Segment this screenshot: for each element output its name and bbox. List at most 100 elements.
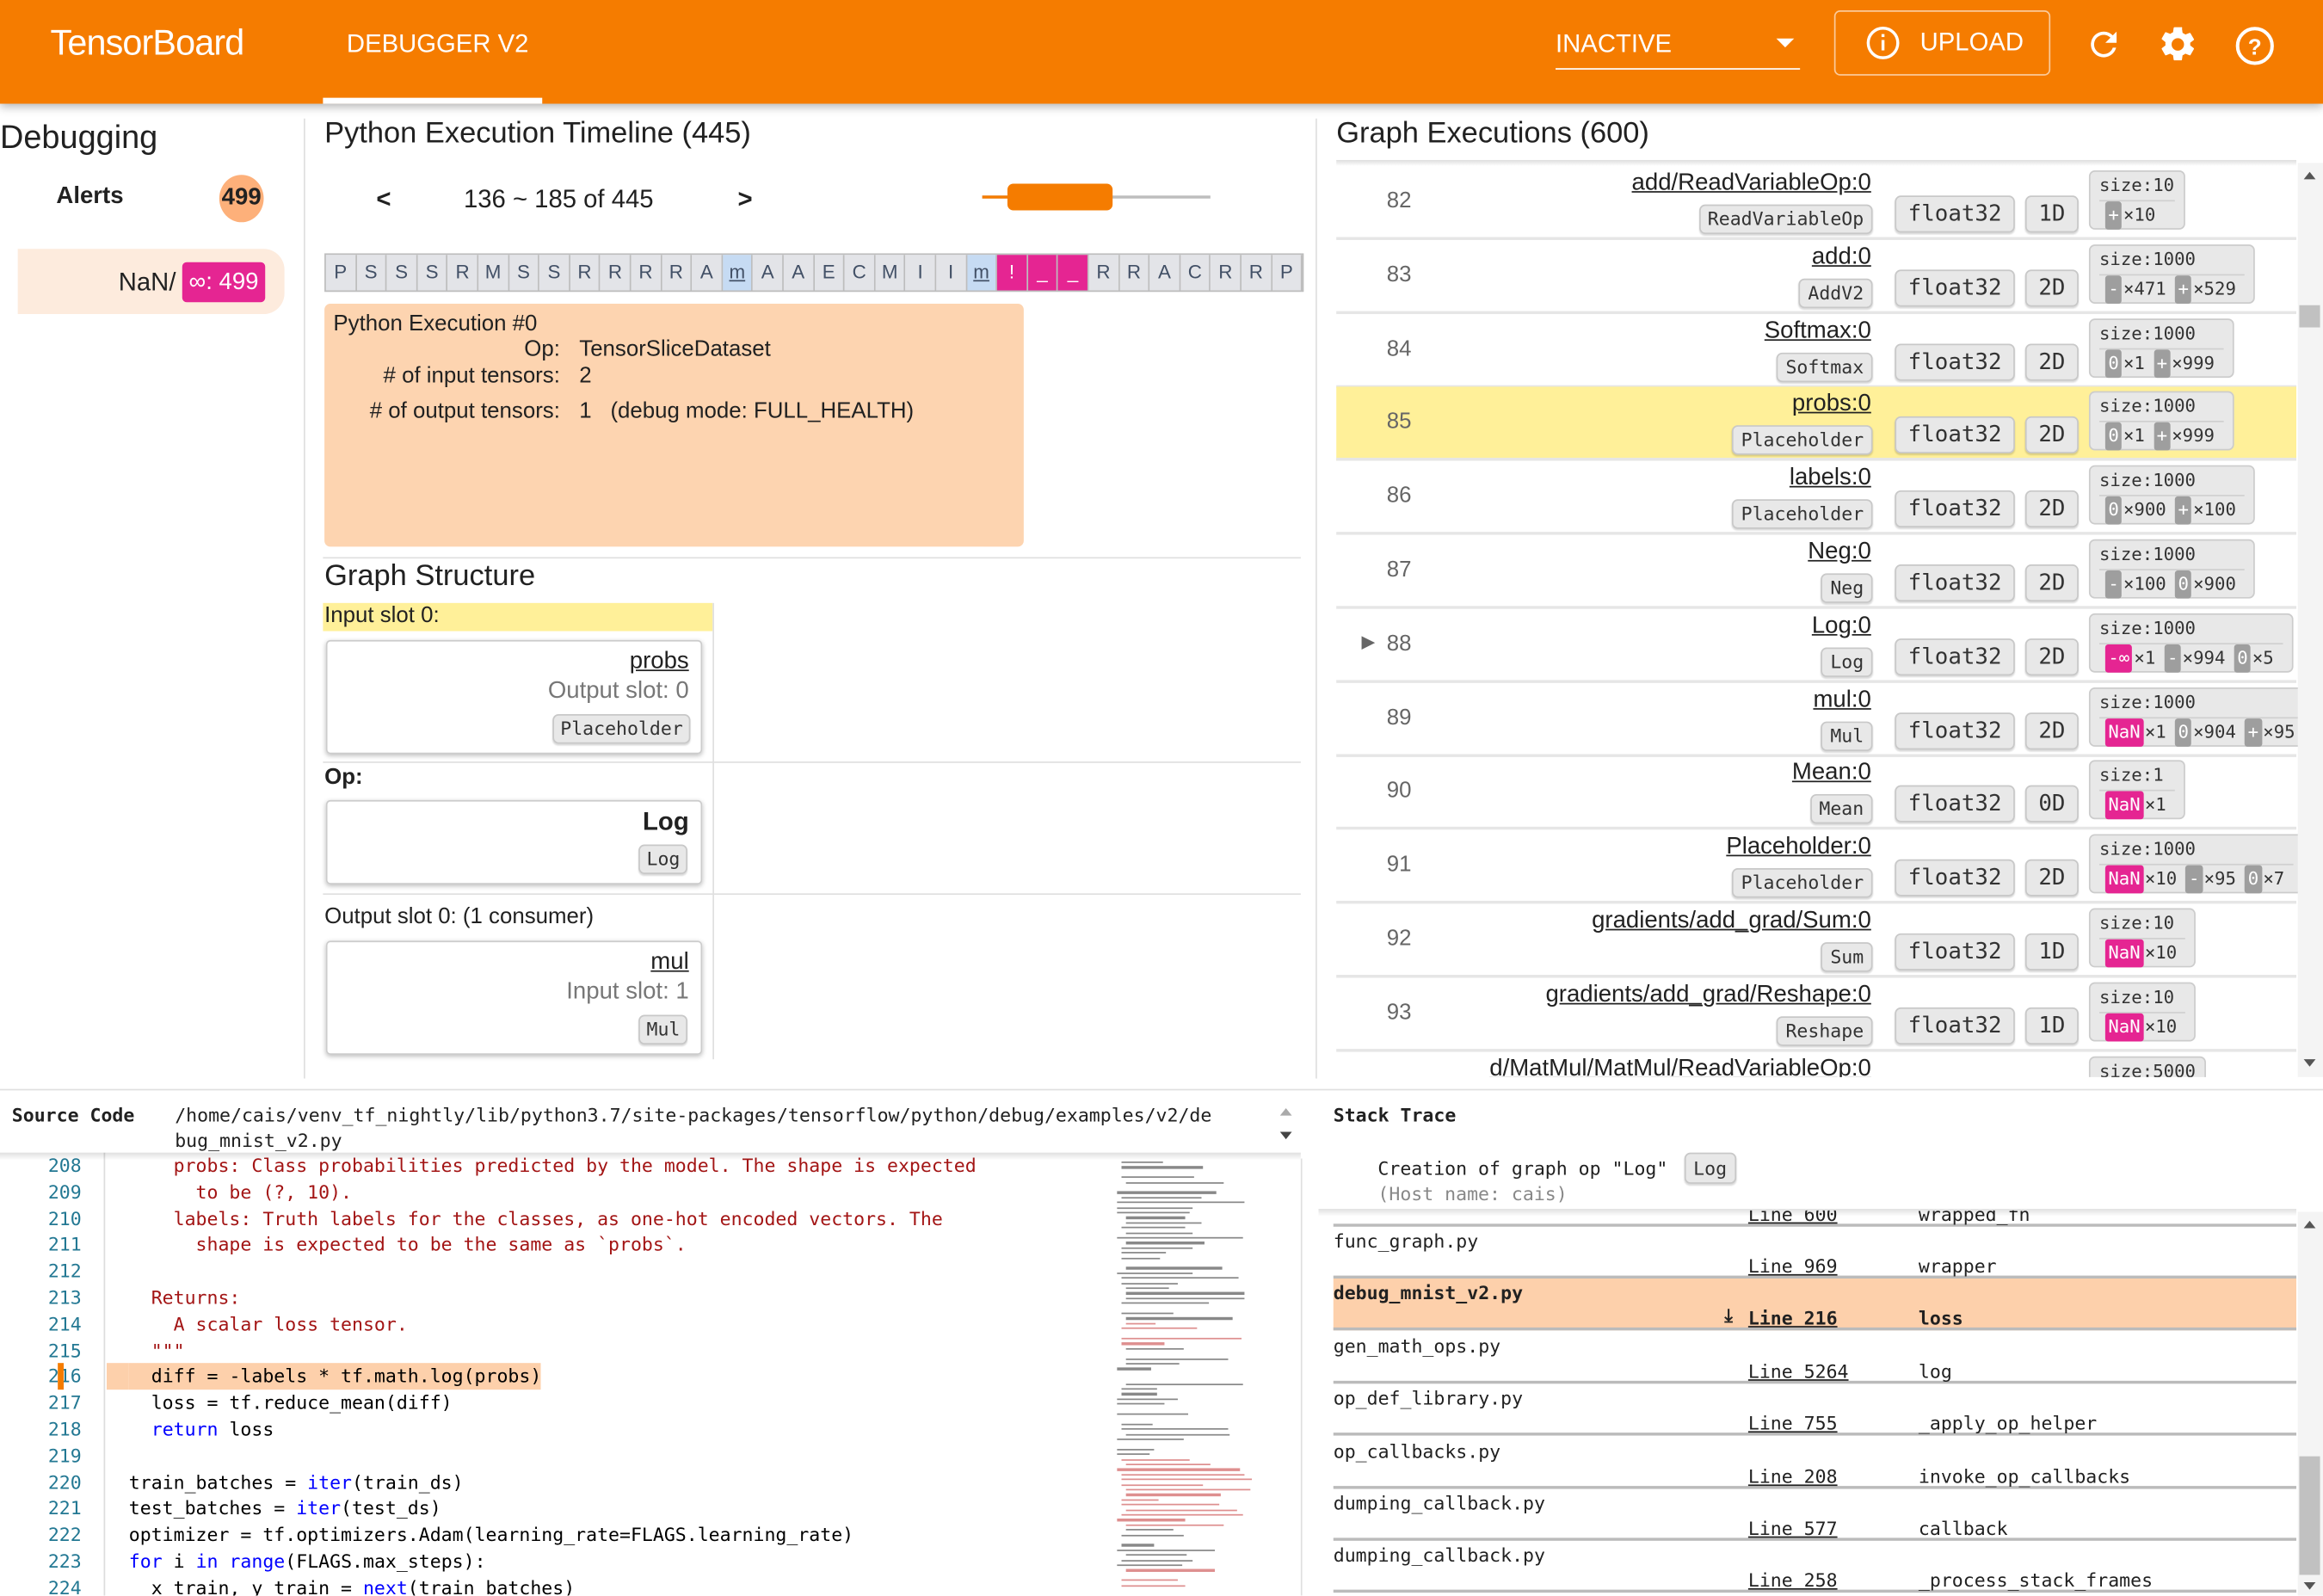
tensor-size: size:1000	[2098, 245, 2246, 275]
stack-frame-function: wrapper	[1918, 1254, 1997, 1278]
tab-debugger-v2[interactable]: DEBUGGER V2	[323, 0, 543, 104]
tensor-health-summary: size:10 NaN ×10	[2088, 982, 2197, 1042]
execution-index: 86	[1386, 483, 1412, 508]
stack-frame-line-link[interactable]: Line 216	[1748, 1307, 1838, 1329]
op-type-chip: Mul	[1821, 720, 1873, 751]
stack-frame-row[interactable]: op_def_library.py Line 755 _apply_op_helpe…	[1333, 1384, 2297, 1436]
stack-frame-row[interactable]: dumping_callback.py Line 577 callback	[1333, 1489, 2297, 1541]
scroll-down-icon[interactable]	[1279, 1131, 1292, 1140]
stack-frame-function: loss	[1918, 1307, 1963, 1330]
minimap-line	[1121, 1166, 1204, 1169]
stack-frame-line-link[interactable]: Line 5264	[1748, 1359, 1849, 1382]
help-icon[interactable]: ?	[2234, 25, 2276, 66]
tensor-name-link[interactable]: d/MatMul/MatMul/ReadVariableOp:0	[1489, 1056, 1871, 1077]
line-number: 209	[47, 1180, 82, 1203]
scroll-down-icon[interactable]	[2303, 1582, 2316, 1590]
scroll-down-icon[interactable]	[2303, 1059, 2316, 1067]
stack-frame-file: op_callbacks.py	[1333, 1439, 1501, 1462]
graph-execution-row[interactable]: 82 add/ReadVariableOp:0 ReadVariableOp floa…	[1336, 166, 2297, 240]
stack-frame-row[interactable]: op_callbacks.py Line 208 invoke_op_callbac…	[1333, 1437, 2297, 1488]
op-type-chip: Sum	[1821, 942, 1873, 972]
graph-execution-row[interactable]: 83 add:0 AddV2 float32 2D size:1000- ×471 + ×529	[1336, 240, 2297, 314]
stack-frame-row[interactable]: dumping_callback.py Line 258 _process_stac…	[1333, 1541, 2297, 1593]
health-category-count: ×1	[2144, 720, 2166, 742]
stack-frame-line-link[interactable]: Line 258	[1748, 1569, 1838, 1592]
tensor-name-link[interactable]: Softmax:0	[1765, 318, 1871, 345]
execution-index: 88	[1386, 631, 1412, 656]
tensor-name-link[interactable]: labels:0	[1790, 465, 1871, 492]
stack-header-shadow	[1318, 1209, 2297, 1217]
health-category-badge: +	[2245, 718, 2262, 747]
health-category-count: ×900	[2123, 499, 2166, 521]
graph-execution-row[interactable]: d/MatMul/MatMul/ReadVariableOp:0 size:500…	[1336, 1051, 2296, 1077]
scrollbar-thumb[interactable]	[2299, 305, 2320, 328]
stack-frame-file: dumping_callback.py	[1333, 1544, 1545, 1567]
graph-executions-scrollbar[interactable]	[2297, 163, 2323, 1077]
source-path-scroll[interactable]	[1274, 1102, 1298, 1147]
health-category-badge: +	[2154, 422, 2171, 452]
graph-executions-title: Graph Executions (600)	[1336, 117, 1649, 150]
health-pills: - ×471 + ×529	[2099, 274, 2245, 304]
health-category-badge: 0	[2175, 718, 2192, 747]
settings-gear-icon[interactable]	[2157, 24, 2198, 65]
expand-arrow-icon[interactable]: ▶	[1361, 631, 1375, 651]
scrollbar-thumb[interactable]	[2299, 1456, 2320, 1575]
health-category-badge: +	[2104, 201, 2123, 230]
graph-execution-row[interactable]: ▶ 88 Log:0 Log float32 2D size:1000 -∞ ×1- ×994 0 ×…	[1336, 608, 2297, 683]
tensor-name-link[interactable]: add/ReadVariableOp:0	[1632, 170, 1871, 197]
active-tab-indicator	[323, 97, 543, 104]
health-category-badge: +	[2175, 274, 2192, 304]
dtype-chip: float32	[1895, 860, 2015, 897]
upload-button[interactable]: UPLOAD	[1833, 10, 2051, 76]
dtype-chip: float32	[1895, 712, 2015, 749]
stack-frame-line-link[interactable]: Line 577	[1748, 1517, 1838, 1539]
stack-frame-line-link[interactable]: Line 208	[1748, 1464, 1838, 1487]
graph-execution-row[interactable]: 91 Placeholder:0 Placeholder float32 2D size:…	[1336, 830, 2304, 904]
stack-frame-row[interactable]: func_graph.py Line 969 wrapper	[1333, 1227, 2297, 1279]
tensor-name-link[interactable]: gradients/add_grad/Sum:0	[1592, 909, 1871, 935]
tensor-name-link[interactable]: Mean:0	[1792, 761, 1871, 787]
health-pills: NaN ×1 0 ×904 + ×95	[2099, 718, 2304, 747]
dropdown-arrow-icon	[1776, 38, 1795, 48]
graph-execution-row[interactable]: 89 mul:0 Mul float32 2D size:1000 NaN ×1 0 ×904 + ×…	[1336, 682, 2315, 757]
graph-execution-row[interactable]: 86 labels:0 Placeholder float32 2D size:1000 0…	[1336, 461, 2297, 535]
op-type-chip: ReadVariableOp	[1698, 204, 1873, 235]
stack-frame-line-link[interactable]: Line 755	[1748, 1412, 1838, 1434]
stack-frame-function: _process_stack_frames	[1918, 1569, 2154, 1593]
tensor-name-link[interactable]: probs:0	[1792, 391, 1871, 418]
stack-frame-row[interactable]: debug_mnist_v2.py ⤓ Line 216 loss	[1333, 1279, 2297, 1331]
scroll-up-icon[interactable]	[2303, 1220, 2316, 1229]
upload-label: UPLOAD	[1919, 28, 2024, 57]
tensor-health-summary: size:1000 -∞ ×1- ×994 0 ×5	[2088, 613, 2294, 673]
graph-execution-row[interactable]: 84 Softmax:0 Softmax float32 2D size:1000 0 ×1 +…	[1336, 313, 2297, 388]
tensor-name-link[interactable]: gradients/add_grad/Reshape:0	[1545, 982, 1870, 1008]
tensor-name-link[interactable]: Log:0	[1812, 613, 1871, 640]
tensor-health-summary: size:5000	[2088, 1056, 2207, 1077]
tensor-name-link[interactable]: add:0	[1812, 244, 1871, 271]
svg-text:?: ?	[2248, 34, 2262, 59]
health-category-badge: -	[2185, 865, 2203, 894]
scroll-up-icon[interactable]	[2303, 171, 2316, 180]
rank-chip: 2D	[2024, 712, 2079, 749]
execution-index: 93	[1386, 999, 1412, 1026]
brand-logo[interactable]: TensorBoard	[51, 24, 245, 65]
run-selector[interactable]: INACTIVE	[1556, 24, 1801, 70]
stack-frame-row[interactable]: gen_math_ops.py Line 5264 log	[1333, 1332, 2297, 1383]
tensor-name-link[interactable]: Placeholder:0	[1726, 835, 1870, 861]
health-category-badge: 0	[2234, 644, 2252, 673]
tensor-name-link[interactable]: mul:0	[1813, 687, 1870, 713]
stack-frame-line-link[interactable]: Line 969	[1748, 1254, 1838, 1277]
refresh-icon[interactable]	[2085, 25, 2123, 64]
graph-execution-row[interactable]: 87 Neg:0 Neg float32 2D size:1000- ×100 0 ×900	[1336, 535, 2297, 609]
timeline-title: Python Execution Timeline (445)	[324, 117, 751, 150]
tensor-name-link[interactable]: Neg:0	[1808, 539, 1871, 566]
graph-execution-row[interactable]: 90 Mean:0 Mean float32 0D size:1 NaN ×1	[1336, 756, 2297, 830]
scroll-up-icon[interactable]	[1279, 1108, 1292, 1116]
source-file-path: /home/cais/venv_tf_nightly/lib/python3.7…	[175, 1103, 1212, 1151]
stack-trace-scrollbar[interactable]	[2297, 1211, 2323, 1596]
graph-execution-row[interactable]: 93 gradients/add_grad/Reshape:0 Reshape flo…	[1336, 977, 2297, 1052]
graph-execution-row[interactable]: 85 probs:0 Placeholder float32 2D size:1000 0 ×…	[1336, 387, 2297, 462]
graph-executions-list: 82 add/ReadVariableOp:0 ReadVariableOp floa…	[0, 163, 2323, 1077]
graph-execution-row[interactable]: 92 gradients/add_grad/Sum:0 Sum float32 1D si…	[1336, 903, 2297, 978]
execution-index: 84	[1386, 336, 1412, 361]
